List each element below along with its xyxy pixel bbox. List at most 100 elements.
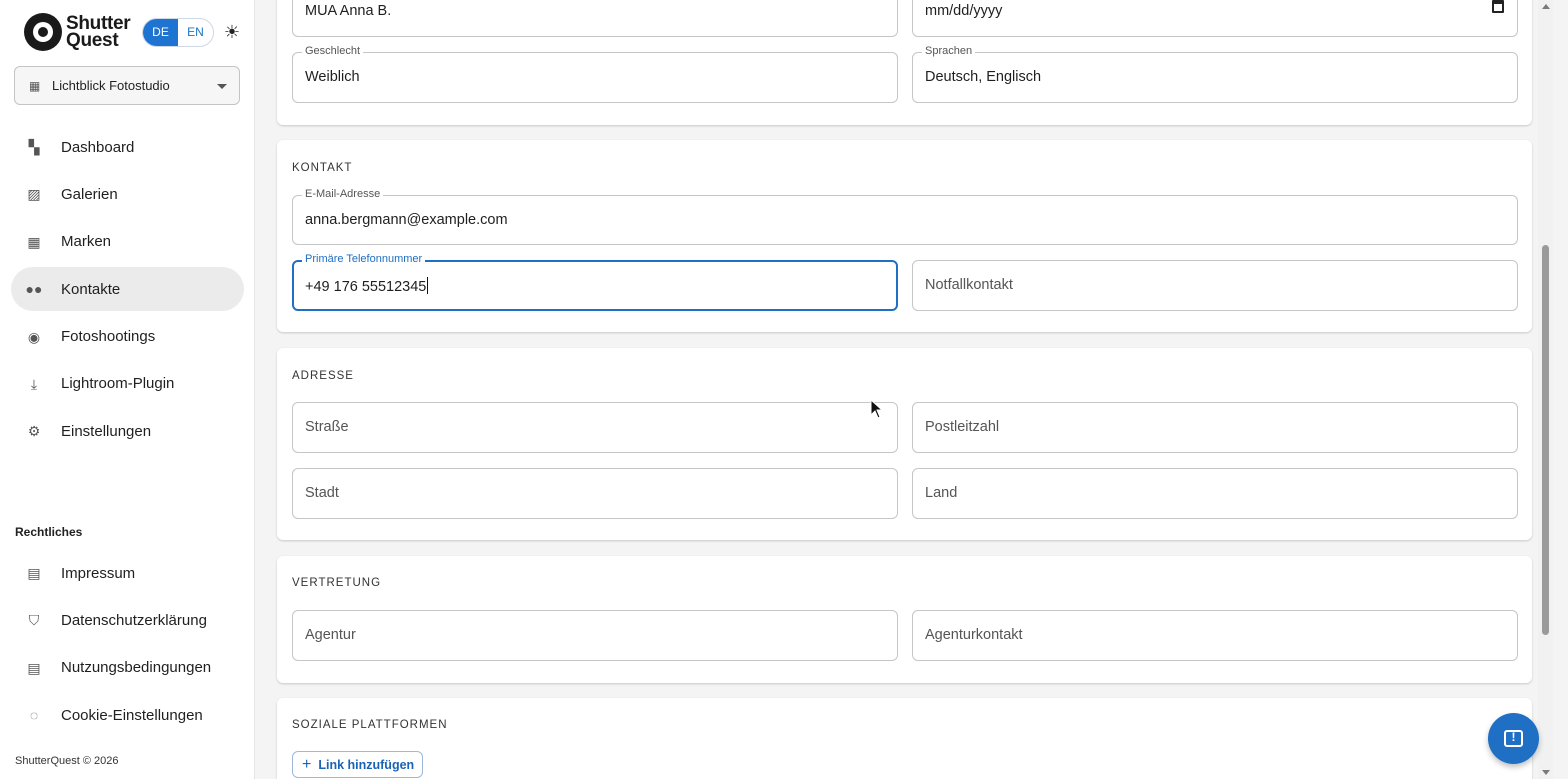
sidebar-item-einstellungen[interactable]: ⚙ Einstellungen bbox=[11, 409, 244, 453]
mouse-cursor-icon bbox=[870, 398, 884, 419]
sidebar-item-label: Nutzungsbedingungen bbox=[61, 659, 212, 677]
gender-value: Weiblich bbox=[305, 69, 360, 85]
copyright: ShutterQuest © 2026 bbox=[15, 755, 119, 767]
primary-phone-field[interactable]: Primäre Telefonnummer +49 176 55512345 bbox=[292, 253, 898, 311]
birthdate-field[interactable]: mm/dd/yyyy bbox=[912, 0, 1518, 37]
shutter-logo-icon bbox=[24, 13, 62, 51]
sun-icon[interactable]: ☀ bbox=[222, 22, 242, 42]
sidebar-item-kontakte[interactable]: ●● Kontakte bbox=[11, 267, 244, 312]
primary-phone-value: +49 176 55512345 bbox=[305, 277, 429, 295]
languages-label: Sprachen bbox=[922, 45, 976, 57]
city-placeholder: Stadt bbox=[305, 485, 339, 501]
sidebar-item-marken[interactable]: ▦ Marken bbox=[11, 220, 244, 264]
legal-heading: Rechtliches bbox=[15, 525, 83, 539]
plugin-download-icon: ⤓ bbox=[30, 375, 38, 392]
sidebar-item-nutzungsbedingungen[interactable]: ▤ Nutzungsbedingungen bbox=[11, 646, 244, 690]
display-name-value: MUA Anna B. bbox=[305, 3, 392, 19]
languages-value: Deutsch, Englisch bbox=[925, 69, 1042, 85]
gallery-icon: ▨ bbox=[27, 186, 41, 203]
scroll-down-arrow-icon[interactable] bbox=[1542, 770, 1550, 775]
sidebar-item-label: Impressum bbox=[61, 564, 136, 582]
contact-section-title: KONTAKT bbox=[292, 162, 353, 174]
sidebar-item-lightroom-plugin[interactable]: ⤓ Lightroom-Plugin bbox=[11, 362, 244, 406]
birthdate-placeholder: mm/dd/yyyy bbox=[925, 3, 1003, 19]
shield-icon: ⛉ bbox=[28, 612, 40, 629]
social-section-title: SOZIALE PLATTFORMEN bbox=[292, 719, 448, 731]
sidebar-item-galerien[interactable]: ▨ Galerien bbox=[11, 172, 244, 216]
sidebar-item-cookie-einstellungen[interactable]: ◌ Cookie-Einstellungen bbox=[11, 693, 244, 737]
studio-select[interactable]: ▦ Lichtblick Fotostudio bbox=[14, 66, 240, 105]
chat-feedback-button[interactable] bbox=[1488, 713, 1539, 764]
zip-field[interactable]: Postleitzahl bbox=[912, 402, 1518, 453]
sidebar-item-label: Einstellungen bbox=[61, 422, 152, 440]
sidebar-item-label: Cookie-Einstellungen bbox=[61, 706, 203, 724]
building-icon: ▦ bbox=[27, 233, 41, 250]
contact-section: KONTAKT E-Mail-Adresse anna.bergmann@exa… bbox=[277, 140, 1532, 332]
representation-section-title: VERTRETUNG bbox=[292, 577, 382, 589]
gender-label: Geschlecht bbox=[302, 45, 364, 57]
sidebar: Shutter Quest DE EN ☀ ▦ Lichtblick Fotos… bbox=[0, 0, 255, 779]
sidebar-item-dashboard[interactable]: ▚ Dashboard bbox=[11, 125, 244, 169]
plus-icon: + bbox=[302, 755, 312, 773]
document-icon: ▤ bbox=[27, 659, 41, 676]
cookie-icon: ◌ bbox=[29, 707, 39, 724]
camera-icon: ◉ bbox=[27, 328, 41, 345]
social-section: SOZIALE PLATTFORMEN + Link hinzufügen bbox=[277, 698, 1532, 779]
add-link-button[interactable]: + Link hinzufügen bbox=[292, 751, 423, 778]
main-nav: ▚ Dashboard ▨ Galerien ▦ Marken ●● Konta… bbox=[11, 125, 244, 457]
language-switch: DE EN bbox=[142, 18, 214, 47]
sidebar-item-label: Fotoshootings bbox=[61, 328, 156, 346]
gear-icon: ⚙ bbox=[27, 423, 41, 440]
sidebar-item-label: Marken bbox=[61, 233, 112, 251]
agency-contact-placeholder: Agenturkontakt bbox=[925, 627, 1023, 643]
language-en-button[interactable]: EN bbox=[178, 19, 213, 46]
agency-placeholder: Agentur bbox=[305, 627, 356, 643]
address-section: ADRESSE Straße Postleitzahl Stadt Land bbox=[277, 348, 1532, 540]
personal-section: MUA Anna B. mm/dd/yyyy Geschlecht Weibli… bbox=[277, 0, 1532, 125]
scroll-up-arrow-icon[interactable] bbox=[1542, 4, 1550, 9]
contact-form: MUA Anna B. mm/dd/yyyy Geschlecht Weibli… bbox=[256, 0, 1553, 779]
email-field[interactable]: E-Mail-Adresse anna.bergmann@example.com bbox=[292, 188, 1518, 245]
sidebar-item-label: Galerien bbox=[61, 185, 118, 203]
sidebar-item-label: Kontakte bbox=[61, 280, 121, 298]
street-placeholder: Straße bbox=[305, 419, 349, 435]
street-field[interactable]: Straße bbox=[292, 402, 898, 453]
sidebar-item-label: Lightroom-Plugin bbox=[61, 375, 175, 393]
zip-placeholder: Postleitzahl bbox=[925, 419, 1000, 435]
country-field[interactable]: Land bbox=[912, 468, 1518, 519]
add-link-label: Link hinzufügen bbox=[318, 757, 415, 772]
people-icon: ●● bbox=[25, 281, 43, 298]
primary-phone-label: Primäre Telefonnummer bbox=[302, 253, 426, 265]
brand-logo[interactable]: Shutter Quest bbox=[24, 13, 131, 51]
agency-contact-field[interactable]: Agenturkontakt bbox=[912, 610, 1518, 661]
chat-feedback-icon bbox=[1504, 730, 1523, 747]
display-name-field[interactable]: MUA Anna B. bbox=[292, 0, 898, 37]
document-icon: ▤ bbox=[27, 565, 41, 581]
gender-field[interactable]: Geschlecht Weiblich bbox=[292, 45, 898, 103]
email-label: E-Mail-Adresse bbox=[302, 188, 384, 200]
sidebar-item-impressum[interactable]: ▤ Impressum bbox=[11, 551, 244, 595]
languages-field[interactable]: Sprachen Deutsch, Englisch bbox=[912, 45, 1518, 103]
sidebar-item-label: Dashboard bbox=[61, 138, 135, 156]
page-scrollbar[interactable] bbox=[1538, 0, 1553, 779]
address-section-title: ADRESSE bbox=[292, 370, 354, 382]
sidebar-item-label: Datenschutzerklärung bbox=[61, 611, 207, 629]
representation-section: VERTRETUNG Agentur Agenturkontakt bbox=[277, 556, 1532, 683]
emergency-contact-field[interactable]: Notfallkontakt bbox=[912, 260, 1518, 311]
city-field[interactable]: Stadt bbox=[292, 468, 898, 519]
legal-nav: ▤ Impressum ⛉ Datenschutzerklärung ▤ Nut… bbox=[11, 551, 244, 741]
brand-wordmark: Shutter Quest bbox=[66, 13, 131, 51]
language-de-button[interactable]: DE bbox=[143, 19, 178, 46]
sidebar-item-datenschutz[interactable]: ⛉ Datenschutzerklärung bbox=[11, 598, 244, 642]
email-value: anna.bergmann@example.com bbox=[305, 212, 508, 228]
calendar-icon[interactable] bbox=[1492, 0, 1504, 13]
sidebar-item-fotoshootings[interactable]: ◉ Fotoshootings bbox=[11, 315, 244, 359]
scrollbar-thumb[interactable] bbox=[1542, 245, 1549, 635]
emergency-contact-placeholder: Notfallkontakt bbox=[925, 277, 1013, 293]
country-placeholder: Land bbox=[925, 485, 958, 501]
chevron-down-icon bbox=[217, 84, 227, 89]
dashboard-icon: ▚ bbox=[28, 139, 40, 155]
building-icon: ▦ bbox=[29, 78, 41, 93]
agency-field[interactable]: Agentur bbox=[292, 610, 898, 661]
studio-select-value: Lichtblick Fotostudio bbox=[52, 78, 170, 93]
